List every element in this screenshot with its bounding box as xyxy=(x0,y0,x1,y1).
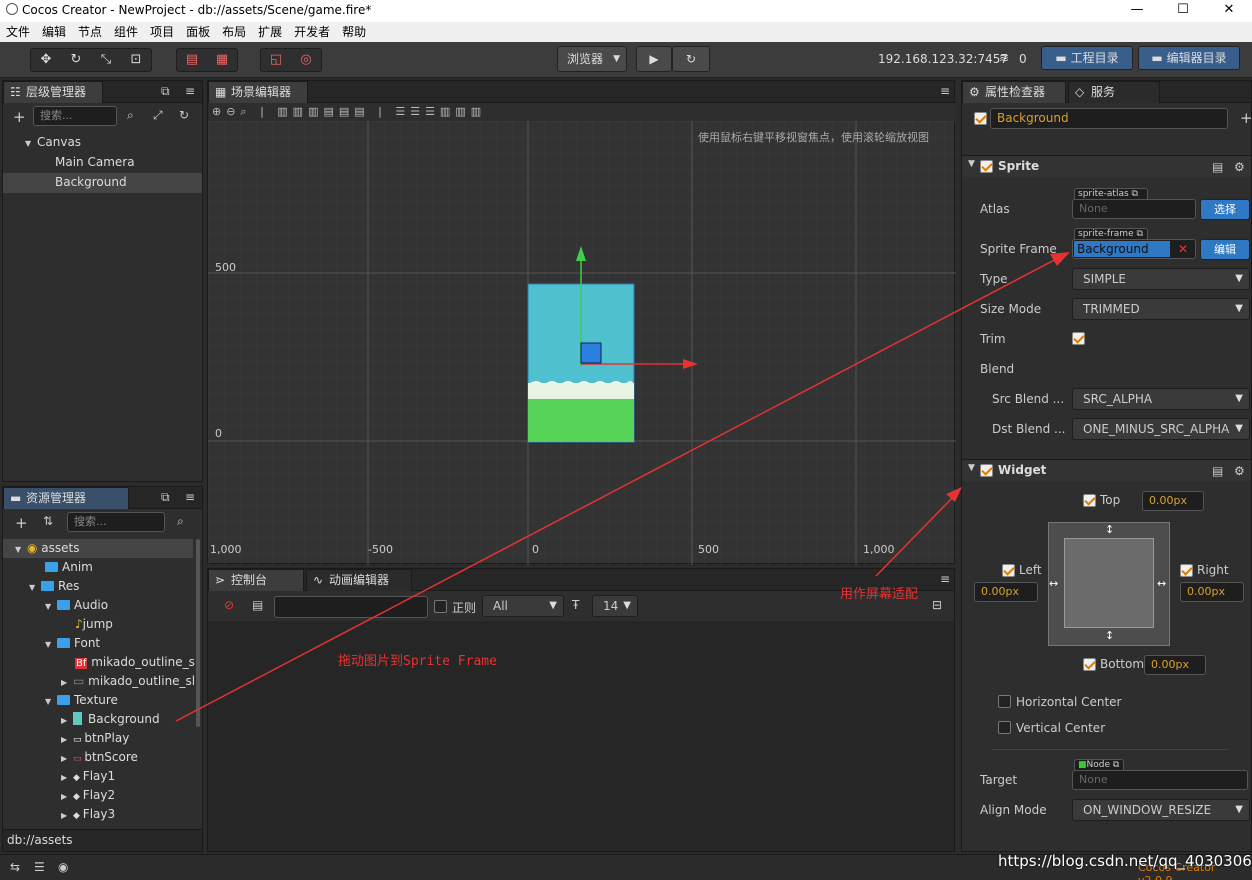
adapt-annotation: 用作屏幕适配 xyxy=(840,587,919,602)
watermark: https://blog.csdn.net/qq_40303068 xyxy=(998,852,1252,870)
annotation-arrows xyxy=(175,252,1070,722)
drag-annotation: 拖动图片到Sprite Frame xyxy=(338,654,497,669)
